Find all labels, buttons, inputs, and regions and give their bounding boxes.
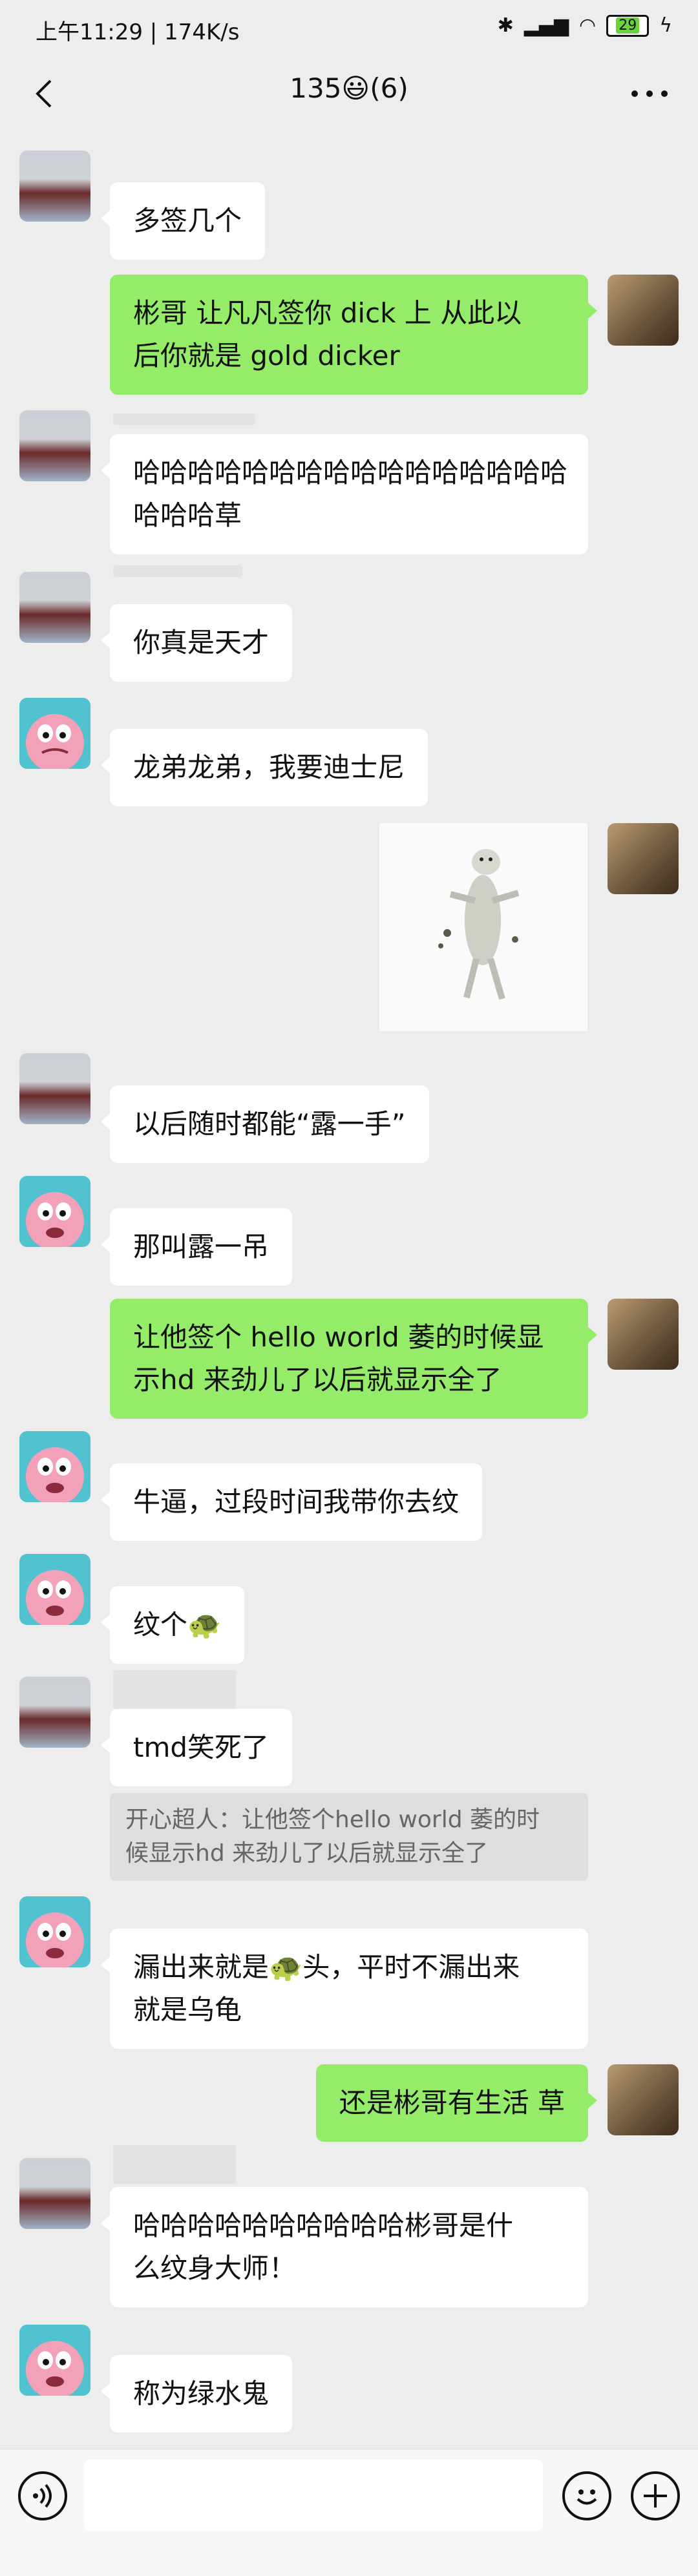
- message-text: 称为绿水鬼: [133, 2378, 270, 2409]
- avatar[interactable]: [19, 151, 90, 222]
- message-bubble[interactable]: 纹个🐢: [100, 1586, 245, 1664]
- message-text: 彬哥 让凡凡签你 dick 上 从此以: [133, 297, 522, 329]
- avatar[interactable]: [19, 1896, 90, 1967]
- more-icon: [631, 90, 668, 97]
- message-text: 那叫露一吊: [133, 1231, 270, 1262]
- message-bubble[interactable]: 哈哈哈哈哈哈哈哈哈哈哈哈哈哈哈哈 哈哈哈草: [101, 434, 588, 554]
- charging-icon: ϟ: [659, 14, 672, 37]
- message-bubble[interactable]: 牛逼，过段时间我带你去纹: [100, 1463, 483, 1541]
- message-text: 还是彬哥有生活 草: [339, 2087, 565, 2119]
- message-text: 示hd 来劲儿了以后就显示全了: [133, 1364, 502, 1396]
- message-text: 么纹身大师！: [133, 2252, 297, 2284]
- message-text: 哈哈哈哈哈哈哈哈哈哈彬哥是什: [133, 2210, 514, 2241]
- voice-button[interactable]: [18, 2471, 67, 2520]
- message-bubble[interactable]: 多签几个: [100, 182, 266, 260]
- sender-name: [113, 2145, 236, 2184]
- avatar[interactable]: [608, 1299, 679, 1370]
- status-icons: ✱ ▂▄▆ ◠ 29 ϟ: [498, 14, 672, 37]
- more-button[interactable]: [627, 81, 672, 107]
- message-input[interactable]: [84, 2460, 543, 2531]
- dog-sticker-image: [438, 849, 520, 1000]
- message-text: 纹个🐢: [133, 1609, 222, 1640]
- message-bubble[interactable]: 让他签个 hello world 萎的时候显 示hd 来劲儿了以后就显示全了: [110, 1299, 597, 1419]
- chat-title: 135😃(6): [290, 72, 408, 104]
- wifi-icon: ◠: [579, 14, 597, 37]
- quoted-message[interactable]: 开心超人：让他签个hello world 萎的时 候显示hd 来劲儿了以后就显示…: [110, 1793, 588, 1881]
- plus-button[interactable]: [631, 2471, 680, 2520]
- patrick-avatar-icon: [26, 1912, 84, 1967]
- quote-text: 开心超人：让他签个hello world 萎的时: [125, 1806, 540, 1833]
- patrick-avatar-icon: [26, 1192, 84, 1247]
- avatar[interactable]: [608, 823, 679, 894]
- avatar[interactable]: [19, 1677, 90, 1748]
- message-bubble[interactable]: 彬哥 让凡凡签你 dick 上 从此以 后你就是 gold dicker: [110, 275, 597, 395]
- emoji-icon: [576, 2489, 597, 2505]
- message-text: 龙弟龙弟，我要迪士尼: [133, 751, 405, 783]
- message-bubble[interactable]: 称为绿水鬼: [100, 2355, 293, 2433]
- message-text: tmd笑死了: [133, 1732, 270, 1763]
- avatar[interactable]: [19, 698, 90, 769]
- quote-text: 候显示hd 来劲儿了以后就显示全了: [125, 1840, 489, 1867]
- message-bubble[interactable]: 以后随时都能“露一手”: [101, 1085, 429, 1163]
- message-text: 后你就是 gold dicker: [133, 340, 400, 372]
- message-bubble[interactable]: 哈哈哈哈哈哈哈哈哈哈彬哥是什 么纹身大师！: [101, 2187, 588, 2307]
- message-bubble[interactable]: tmd笑死了: [100, 1709, 293, 1786]
- voice-icon: [33, 2484, 52, 2508]
- battery-icon: 29: [606, 14, 650, 37]
- patrick-avatar-icon: [26, 1570, 84, 1625]
- emoji-button[interactable]: [562, 2471, 611, 2520]
- message-bubble[interactable]: 你真是天才: [100, 604, 293, 682]
- message-bubble[interactable]: 漏出来就是🐢头，平时不漏出来 就是乌龟: [101, 1929, 588, 2049]
- avatar[interactable]: [19, 1176, 90, 1247]
- message-text: 让他签个 hello world 萎的时候显: [133, 1321, 544, 1353]
- signal-icon: ▂▄▆: [524, 14, 569, 37]
- avatar[interactable]: [608, 2064, 679, 2135]
- avatar[interactable]: [19, 2158, 90, 2229]
- sender-name: [113, 414, 255, 425]
- message-text: 哈哈哈草: [133, 499, 242, 531]
- avatar[interactable]: [19, 1554, 90, 1625]
- message-text: 以后随时都能“露一手”: [133, 1108, 406, 1140]
- bluetooth-icon: ✱: [497, 14, 514, 37]
- avatar[interactable]: [19, 410, 90, 481]
- message-bubble[interactable]: 还是彬哥有生活 草: [315, 2064, 598, 2142]
- patrick-avatar-icon: [26, 2341, 84, 2396]
- avatar[interactable]: [19, 572, 90, 643]
- image-message[interactable]: [379, 823, 587, 1031]
- patrick-avatar-icon: [26, 714, 84, 769]
- sender-name: [113, 1670, 236, 1709]
- avatar[interactable]: [19, 1431, 90, 1502]
- message-bubble[interactable]: 龙弟龙弟，我要迪士尼: [100, 729, 428, 806]
- status-time-speed: 上午11:29 | 174K/s: [36, 19, 240, 45]
- avatar[interactable]: [19, 2325, 90, 2396]
- message-bubble[interactable]: 那叫露一吊: [100, 1208, 293, 1286]
- message-text: 就是乌龟: [133, 1994, 242, 2026]
- message-text: 漏出来就是🐢头，平时不漏出来: [133, 1951, 520, 1983]
- plus-icon: [644, 2484, 667, 2508]
- avatar[interactable]: [19, 1053, 90, 1124]
- message-text: 哈哈哈哈哈哈哈哈哈哈哈哈哈哈哈哈: [133, 457, 568, 488]
- message-text: 多签几个: [133, 205, 242, 236]
- message-text: 牛逼，过段时间我带你去纹: [133, 1486, 460, 1518]
- avatar[interactable]: [608, 275, 679, 346]
- message-text: 你真是天才: [133, 627, 270, 658]
- patrick-avatar-icon: [26, 1447, 84, 1502]
- battery-level: 29: [616, 17, 640, 34]
- sender-name: [113, 565, 242, 577]
